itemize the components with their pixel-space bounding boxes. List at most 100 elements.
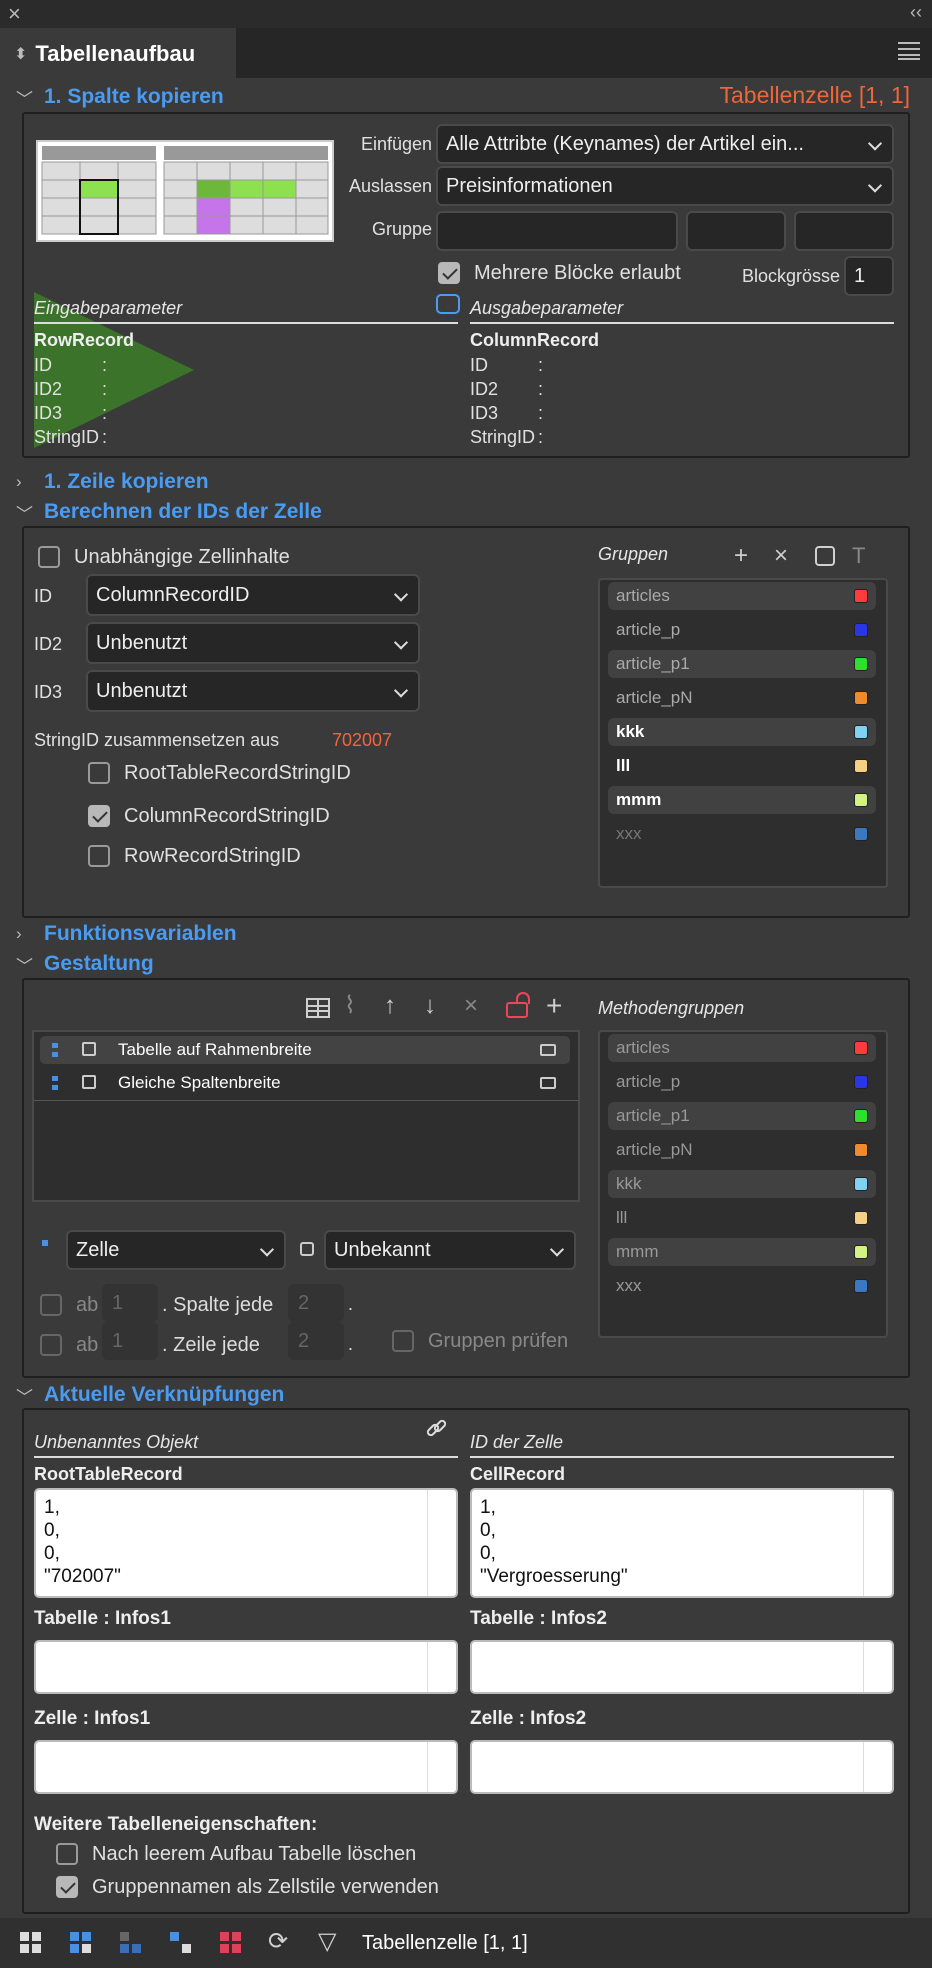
row-stringid-label: RowRecordStringID <box>124 845 301 867</box>
method-group-item[interactable]: article_p1 <box>608 1102 876 1130</box>
cell-infos2-field[interactable] <box>470 1740 894 1794</box>
id-dropdown[interactable]: ColumnRecordID <box>86 574 420 616</box>
drag-handle-icon[interactable] <box>52 1043 58 1057</box>
method-row[interactable]: Gleiche Spaltenbreite <box>40 1069 570 1097</box>
check-groups-label: Gruppen prüfen <box>428 1330 569 1352</box>
section-funcvars[interactable]: › Funktionsvariablen <box>16 919 237 949</box>
row-start-input[interactable]: 1 <box>102 1322 158 1360</box>
id3-dropdown[interactable]: Unbenutzt <box>86 670 420 712</box>
group-styles-checkbox[interactable] <box>56 1876 78 1898</box>
cell-infos1-field[interactable] <box>34 1740 458 1794</box>
square-icon[interactable] <box>815 546 835 566</box>
id2-dropdown[interactable]: Unbenutzt <box>86 622 420 664</box>
panel-menu-icon[interactable] <box>898 42 920 60</box>
group-name: mmm <box>616 790 662 809</box>
method-group-item[interactable]: kkk <box>608 1170 876 1198</box>
method-group-item[interactable]: article_pN <box>608 1136 876 1164</box>
cell-record-values[interactable]: 1, 0, 0, "Vergroesserung" <box>470 1488 894 1598</box>
independent-checkbox[interactable] <box>38 546 60 568</box>
group-name: article_p1 <box>616 654 690 673</box>
delete-empty-checkbox[interactable] <box>56 1843 78 1865</box>
color-swatch <box>854 1041 868 1055</box>
tab-tabellenaufbau[interactable]: ⬍ Tabellenaufbau <box>0 28 236 80</box>
method-name: Gleiche Spaltenbreite <box>118 1073 281 1092</box>
root-stringid-label: RootTableRecordStringID <box>124 762 351 784</box>
grid-red-icon[interactable] <box>220 1932 242 1954</box>
arrow-down-icon[interactable]: ↓ <box>424 994 436 1018</box>
table-preview <box>36 140 334 242</box>
root-table-record-values[interactable]: 1, 0, 0, "702007" <box>34 1488 458 1598</box>
blocksize-input[interactable]: 1 <box>844 256 894 296</box>
einfuegen-dropdown[interactable]: Alle Attribte (Keynames) der Artikel ein… <box>436 124 894 164</box>
multi-blocks-checkbox[interactable] <box>438 262 460 284</box>
grid-icon[interactable] <box>20 1932 42 1954</box>
section-copy-column[interactable]: ﹀ 1. Spalte kopieren <box>16 82 224 112</box>
section-copy-row[interactable]: › 1. Zeile kopieren <box>16 467 209 497</box>
arrow-up-icon[interactable]: ↑ <box>384 994 396 1018</box>
text-icon[interactable]: T <box>852 544 865 568</box>
delete-icon[interactable]: × <box>774 544 788 568</box>
top-bar <box>0 0 932 28</box>
group-styles-label: Gruppennamen als Zellstile verwenden <box>92 1876 439 1898</box>
method-group-item[interactable]: article_p <box>608 1068 876 1096</box>
filter-icon[interactable]: ▽ <box>318 1930 336 1954</box>
chevron-down-icon: ﹀ <box>16 1387 33 1407</box>
collapse-icon[interactable]: ‹‹ <box>910 2 922 23</box>
add-icon[interactable]: + <box>546 992 562 1020</box>
group-item[interactable]: lll <box>608 752 876 780</box>
gruppe-input-1[interactable] <box>436 211 678 251</box>
grid-mixed-icon[interactable] <box>170 1932 192 1954</box>
color-swatch <box>854 793 868 807</box>
table-infos2-field[interactable] <box>470 1640 894 1694</box>
section-links[interactable]: ﹀ Aktuelle Verknüpfungen <box>16 1380 284 1410</box>
col-step-input[interactable]: 2 <box>288 1284 344 1322</box>
scope-dropdown[interactable]: Zelle <box>66 1230 286 1270</box>
gruppe-input-3[interactable] <box>794 211 894 251</box>
add-icon[interactable]: + <box>734 544 748 568</box>
table-infos1-field[interactable] <box>34 1640 458 1694</box>
attachment-icon[interactable]: ⌇ <box>344 994 356 1018</box>
group-item[interactable]: kkk <box>608 718 876 746</box>
row-every-checkbox[interactable] <box>40 1334 62 1356</box>
group-item[interactable]: articles <box>608 582 876 610</box>
color-swatch <box>854 1279 868 1293</box>
column-stringid-checkbox[interactable] <box>88 805 110 827</box>
gruppe-input-2[interactable] <box>686 211 786 251</box>
table-icon[interactable] <box>306 998 330 1018</box>
comment-icon[interactable] <box>436 294 460 314</box>
colon: : <box>102 355 108 375</box>
unknown-dropdown[interactable]: Unbekannt <box>324 1230 576 1270</box>
lock-open-icon[interactable] <box>506 992 530 1018</box>
grid-blue-icon[interactable] <box>70 1932 92 1954</box>
link-icon[interactable] <box>424 1418 448 1442</box>
row-stringid-checkbox[interactable] <box>88 845 110 867</box>
check-groups-checkbox[interactable] <box>392 1330 414 1352</box>
row-step-input[interactable]: 2 <box>288 1322 344 1360</box>
group-item[interactable]: article_p <box>608 616 876 644</box>
delete-icon[interactable]: × <box>464 994 478 1018</box>
refresh-icon[interactable]: ⟳ <box>268 1930 288 1954</box>
group-item[interactable]: mmm <box>608 786 876 814</box>
grid-dark-icon[interactable] <box>120 1932 142 1954</box>
square-icon <box>300 1242 314 1256</box>
col-start-input[interactable]: 1 <box>102 1284 158 1322</box>
method-option-icon[interactable] <box>540 1077 556 1089</box>
method-row[interactable]: Tabelle auf Rahmenbreite <box>40 1036 570 1064</box>
method-group-item[interactable]: mmm <box>608 1238 876 1266</box>
method-group-item[interactable]: xxx <box>608 1272 876 1300</box>
section-calc-ids[interactable]: ﹀ Berechnen der IDs der Zelle <box>16 497 322 527</box>
root-stringid-checkbox[interactable] <box>88 762 110 784</box>
section-design[interactable]: ﹀ Gestaltung <box>16 949 154 979</box>
method-group-item[interactable]: lll <box>608 1204 876 1232</box>
close-icon[interactable]: × <box>8 1 21 27</box>
drag-handle-icon[interactable] <box>52 1076 58 1090</box>
group-item[interactable]: xxx <box>608 820 876 848</box>
col-every-checkbox[interactable] <box>40 1294 62 1316</box>
group-item[interactable]: article_p1 <box>608 650 876 678</box>
group-item[interactable]: article_pN <box>608 684 876 712</box>
root-table-record-label: RootTableRecord <box>34 1464 183 1484</box>
method-group-name: xxx <box>616 1276 642 1295</box>
method-option-icon[interactable] <box>540 1044 556 1056</box>
method-group-item[interactable]: articles <box>608 1034 876 1062</box>
auslassen-dropdown[interactable]: Preisinformationen <box>436 166 894 206</box>
